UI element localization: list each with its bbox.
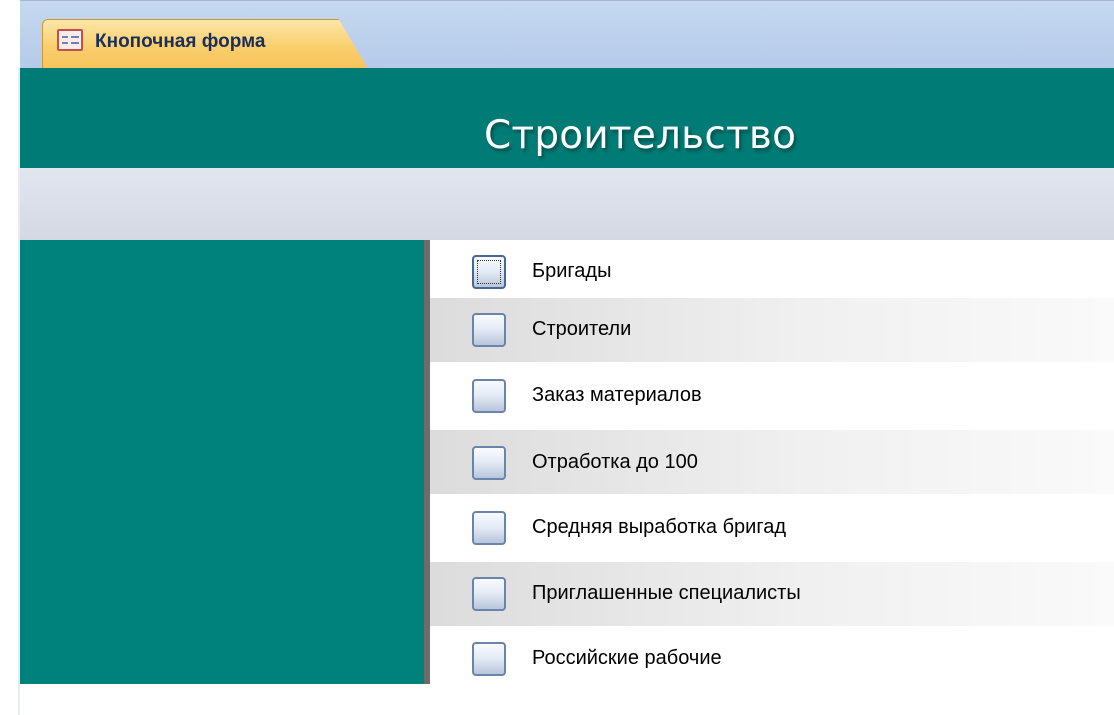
menu-item-average-output: Средняя выработка бригад [430,496,1114,560]
menu-button-russian-workers[interactable] [472,642,506,676]
menu-item-work-to-100: Отработка до 100 [430,430,1114,494]
menu-button-builders[interactable] [472,313,506,347]
menu-button-materials-order[interactable] [472,379,506,413]
form-header: Строительство [20,68,1114,168]
menu-item-russian-workers: Российские рабочие [430,628,1114,692]
menu-item-label: Строители [532,318,632,340]
menu-item-label: Отработка до 100 [532,451,698,473]
form-icon [57,29,83,51]
menu-item-label: Бригады [532,260,612,282]
menu-item-brigades: Бригады [430,240,1114,304]
menu-item-invited-specialists: Приглашенные специалисты [430,562,1114,626]
tab-strip: Кнопочная форма [20,0,1114,69]
menu-item-label: Средняя выработка бригад [532,516,786,538]
menu-button-average-output[interactable] [472,511,506,545]
switchboard-menu: Бригады Строители Заказ материалов Отраб… [430,240,1114,684]
menu-item-label: Российские рабочие [532,647,722,669]
menu-button-invited-specialists[interactable] [472,577,506,611]
menu-button-brigades[interactable] [472,255,506,289]
menu-item-label: Заказ материалов [532,384,702,406]
left-panel [20,240,424,684]
menu-button-work-to-100[interactable] [472,446,506,480]
form-title: Строительство [484,113,797,158]
header-band [20,168,1114,240]
tab-switchboard-form[interactable]: Кнопочная форма [42,19,368,69]
tab-label: Кнопочная форма [95,31,266,52]
menu-item-builders: Строители [430,298,1114,362]
menu-item-label: Приглашенные специалисты [532,582,801,604]
menu-item-materials-order: Заказ материалов [430,364,1114,428]
